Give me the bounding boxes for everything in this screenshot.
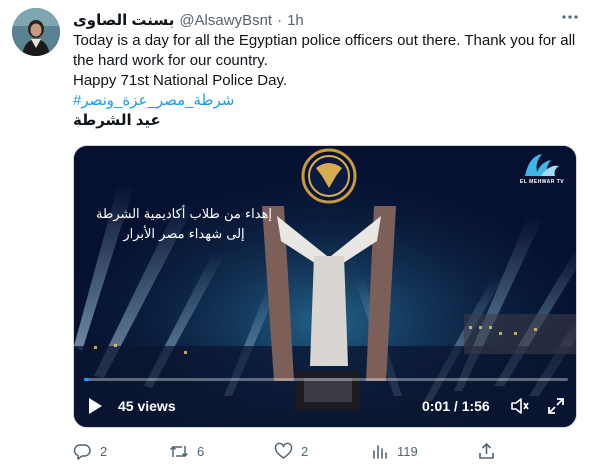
display-name[interactable]: بسنت الصاوى	[73, 11, 174, 29]
separator-dot: ·	[277, 11, 283, 29]
video-timecode: 0:01 / 1:56	[422, 398, 490, 414]
tweet[interactable]: بسنت الصاوى @AlsawyBsnt · 1h Today is a …	[0, 0, 590, 466]
share-icon	[477, 442, 496, 461]
video-view-count: 45 views	[118, 398, 176, 414]
tweet-timestamp[interactable]: 1h	[287, 12, 304, 29]
video-caption-line: إلى شهداء مصر الأبرار	[123, 227, 245, 242]
video-caption: إهداء من طلاب أكاديمية الشرطة إلى شهداء …	[90, 205, 278, 245]
play-icon	[86, 398, 104, 419]
fullscreen-icon	[547, 398, 565, 419]
tweet-text-line: عيد الشرطة	[73, 112, 161, 129]
reply-icon	[73, 442, 92, 461]
like-button[interactable]: 2	[274, 440, 308, 462]
hashtag-link[interactable]: #شرطة_مصر_عزة_ونصر	[73, 91, 578, 111]
volume-button[interactable]	[510, 396, 530, 416]
tweet-header: بسنت الصاوى @AlsawyBsnt · 1h	[73, 10, 304, 30]
video-progress-fill	[84, 378, 89, 381]
video-caption-line: إهداء من طلاب أكاديمية الشرطة	[96, 207, 272, 222]
tweet-text-line: Happy 71st National Police Day.	[73, 72, 287, 89]
analytics-button[interactable]: 119	[370, 440, 418, 462]
avatar[interactable]	[12, 8, 60, 56]
video-progress-bar[interactable]	[84, 378, 568, 381]
video-frame	[74, 146, 576, 427]
video-player[interactable]: إهداء من طلاب أكاديمية الشرطة إلى شهداء …	[73, 145, 577, 428]
tweet-text: Today is a day for all the Egyptian poli…	[73, 31, 578, 131]
retweet-count: 6	[197, 443, 205, 459]
reply-count: 2	[100, 443, 108, 459]
tweet-text-line: Today is a day for all the Egyptian poli…	[73, 32, 576, 49]
share-button[interactable]	[477, 440, 496, 462]
tweet-text-line: the hard work for our country.	[73, 52, 268, 69]
fullscreen-button[interactable]	[547, 397, 565, 415]
analytics-count: 119	[397, 443, 418, 459]
more-dots-icon	[561, 8, 579, 31]
like-count: 2	[301, 443, 309, 459]
tweet-actions: 2 6 2 119	[73, 440, 578, 462]
volume-icon	[510, 398, 530, 420]
retweet-icon	[169, 442, 189, 461]
user-handle[interactable]: @AlsawyBsnt	[179, 12, 272, 29]
retweet-button[interactable]: 6	[169, 440, 204, 462]
more-options-button[interactable]	[557, 8, 583, 30]
channel-name: EL MEHWAR TV	[519, 179, 565, 185]
heart-icon	[274, 442, 293, 461]
reply-button[interactable]: 2	[73, 440, 107, 462]
play-button[interactable]	[86, 397, 104, 415]
analytics-icon	[370, 442, 389, 461]
